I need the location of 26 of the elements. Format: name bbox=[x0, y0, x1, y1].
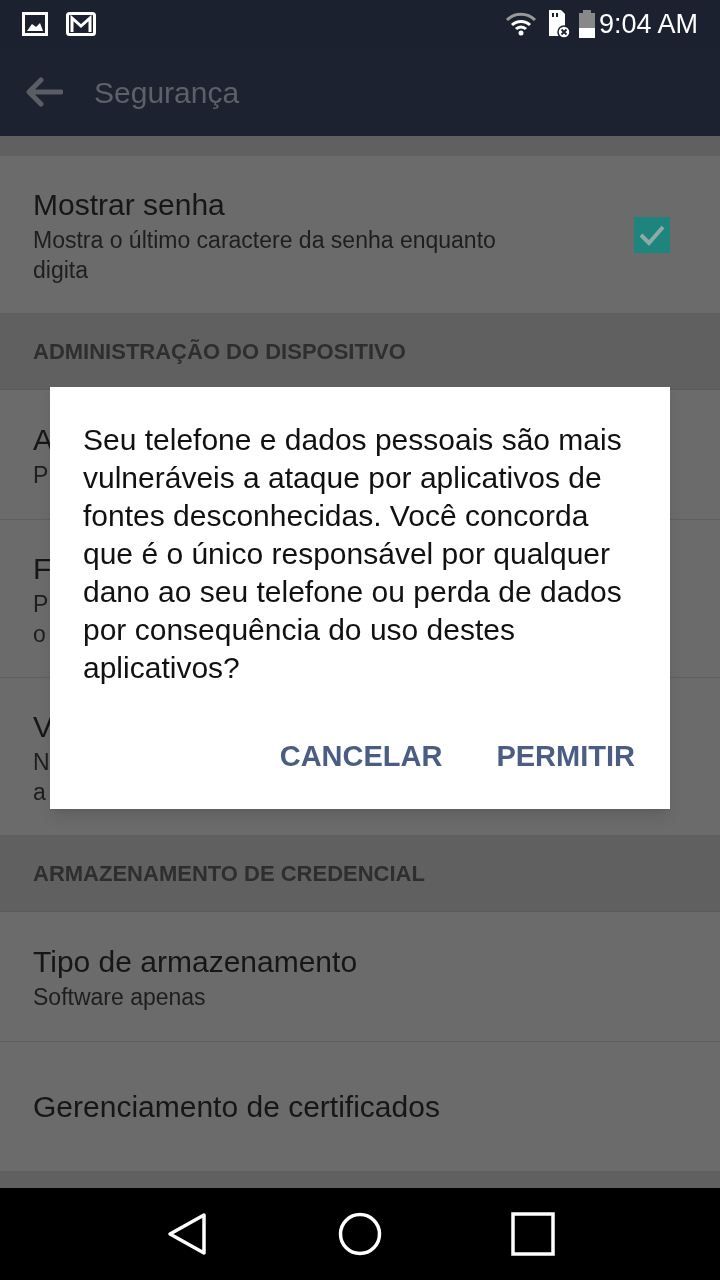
setting-summary: Mostra o último caractere da senha enquanto bbox=[33, 225, 496, 255]
home-circle-icon bbox=[338, 1212, 382, 1256]
setting-title: Tipo de armazenamento bbox=[33, 943, 358, 980]
dialog-message: Seu telefone e dados pessoais são mais vulneráveis a ataque por aplicativos de fontes desconhecidas. Você concorda que é o único responsável por qualquer dano ao seu telefone ou perda de dados por consequência do uso destes aplicativos? bbox=[83, 422, 623, 686]
setting-summary: digita bbox=[33, 255, 88, 285]
battery-icon bbox=[576, 9, 597, 39]
checkbox[interactable] bbox=[634, 216, 670, 253]
screen-title: Segurança bbox=[94, 74, 240, 111]
setting-summary: N bbox=[33, 747, 50, 777]
setting-title: Gerenciamento de certificados bbox=[33, 1088, 440, 1125]
back-triangle-icon bbox=[165, 1212, 208, 1256]
wifi-icon bbox=[504, 12, 537, 36]
image-icon bbox=[22, 12, 48, 36]
dialog-button[interactable]: CANCELAR bbox=[259, 727, 463, 787]
setting-summary: a bbox=[33, 777, 46, 807]
setting-summary: Software apenas bbox=[33, 982, 206, 1012]
status-time: 9:04 AM bbox=[598, 7, 698, 41]
back-arrow-icon bbox=[25, 77, 63, 107]
setting-title: F bbox=[33, 550, 52, 587]
dialog-button[interactable]: PERMITIR bbox=[476, 727, 655, 787]
recents-square-icon bbox=[511, 1212, 556, 1256]
setting-title: Mostrar senha bbox=[33, 186, 225, 223]
mail-icon bbox=[66, 12, 96, 36]
setting-summary: P bbox=[33, 460, 49, 490]
setting-summary: o bbox=[33, 619, 46, 649]
setting-summary: P bbox=[33, 589, 49, 619]
